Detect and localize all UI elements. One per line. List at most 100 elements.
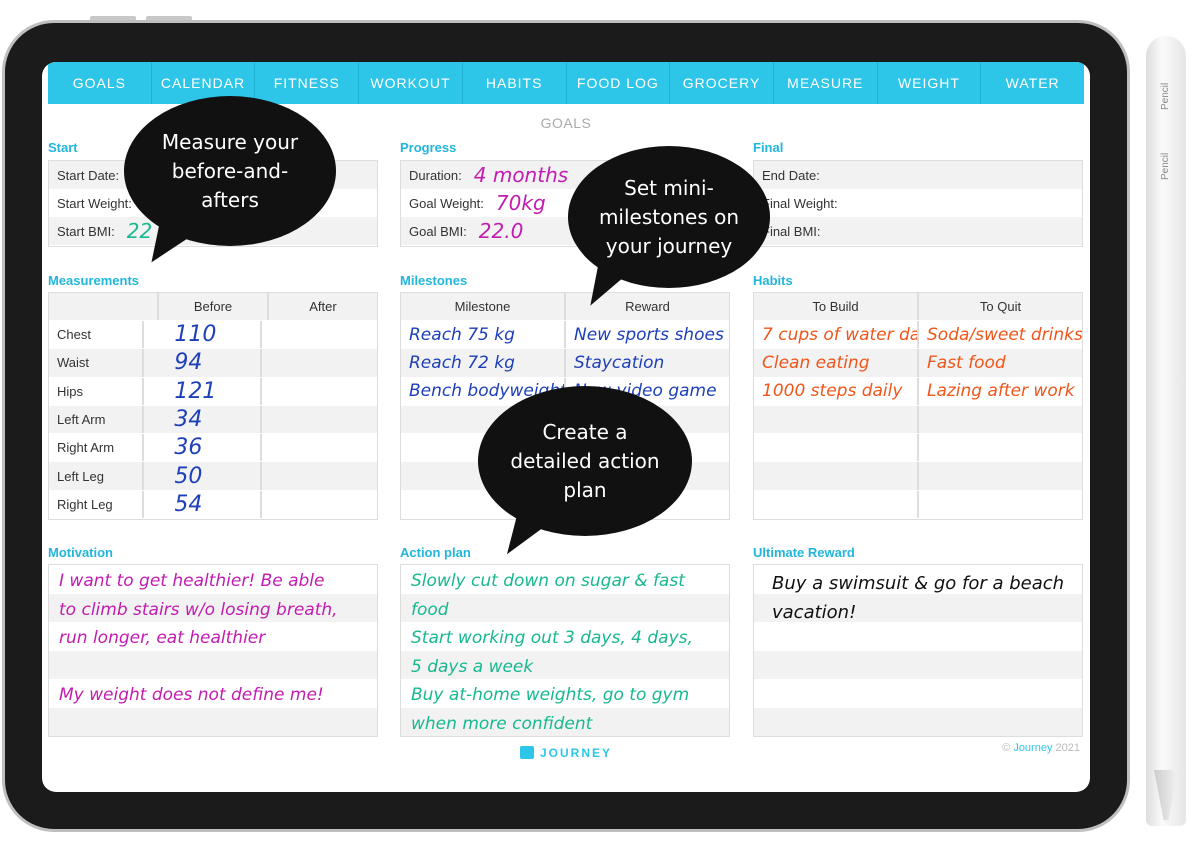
footer-logo: JOURNEY: [42, 746, 1090, 760]
table-cell[interactable]: [262, 349, 377, 376]
table-cell[interactable]: [262, 434, 377, 461]
row-label: Left Leg: [49, 462, 145, 490]
tab-habits[interactable]: HABITS: [463, 62, 567, 104]
motivation-box[interactable]: I want to get healthier! Be able to clim…: [48, 564, 378, 737]
field-row[interactable]: Final Weight:: [754, 189, 1082, 217]
table-row: Waist 94: [49, 349, 377, 378]
section-label-measurements: Measurements: [48, 273, 140, 288]
action-plan-text: Slowly cut down on sugar & fast food Sta…: [411, 571, 693, 734]
table-cell[interactable]: 1000 steps daily: [754, 377, 919, 405]
tab-weight[interactable]: WEIGHT: [878, 62, 982, 104]
field-label: Goal Weight:: [409, 195, 484, 211]
table-cell[interactable]: [754, 434, 919, 462]
column-header: To Quit: [979, 299, 1022, 314]
field-label: Start Date:: [57, 167, 120, 183]
table-cell[interactable]: 50: [144, 462, 262, 490]
table-cell[interactable]: Lazing after work: [919, 378, 1082, 405]
row-label: Right Leg: [49, 490, 145, 519]
copyright: © Journey 2021: [1002, 742, 1080, 754]
table-row: Left Leg 50: [49, 462, 377, 491]
table-row: Clean eating Fast food: [754, 349, 1082, 378]
field-label: Start Weight:: [57, 195, 132, 211]
table-cell[interactable]: 34: [144, 405, 262, 434]
table-cell[interactable]: [262, 406, 377, 433]
row-label: Waist: [49, 349, 145, 377]
journey-logo-icon: [519, 746, 534, 759]
table-header: Before After: [49, 293, 377, 321]
table-row: Hips 121: [49, 377, 377, 406]
motivation-text: I want to get healthier! Be able to clim…: [59, 571, 338, 705]
callout-measure: Measure your before-and- afters: [124, 96, 336, 246]
journey-link[interactable]: Journey: [1013, 742, 1052, 754]
column-header: Before: [159, 293, 269, 320]
table-cell[interactable]: [919, 434, 1082, 461]
table-row: [754, 434, 1082, 463]
table-cell[interactable]: 54: [144, 490, 262, 519]
table-cell[interactable]: Reach 75 kg: [401, 321, 566, 349]
field-label: Final Weight:: [762, 195, 838, 211]
table-cell[interactable]: [919, 406, 1082, 433]
action-plan-box[interactable]: Slowly cut down on sugar & fast food Sta…: [400, 564, 730, 737]
table-cell[interactable]: Reach 72 kg: [401, 349, 566, 377]
table-cell[interactable]: 110: [144, 321, 262, 349]
section-label-action-plan: Action plan: [400, 545, 471, 560]
callout-action-plan: Create a detailed action plan: [478, 386, 692, 536]
table-cell[interactable]: Soda/sweet drinks: [919, 321, 1082, 348]
table-cell[interactable]: 121: [144, 377, 262, 405]
tab-goals[interactable]: GOALS: [48, 62, 152, 104]
table-cell[interactable]: Staycation: [566, 349, 729, 376]
table-row: 1000 steps daily Lazing after work: [754, 377, 1082, 406]
table-cell[interactable]: [262, 378, 377, 405]
table-header: Milestone Reward: [401, 293, 729, 321]
table-cell[interactable]: [919, 491, 1082, 518]
table-cell[interactable]: [262, 321, 377, 348]
tab-food-log[interactable]: FOOD LOG: [567, 62, 671, 104]
field-row[interactable]: Final BMI:: [754, 217, 1082, 245]
section-label-milestones: Milestones: [400, 273, 468, 288]
tab-measure[interactable]: MEASURE: [774, 62, 878, 104]
row-label: Right Arm: [49, 434, 145, 462]
field-row[interactable]: End Date:: [754, 161, 1082, 189]
table-header: To Build To Quit: [754, 293, 1082, 321]
ultimate-reward-box[interactable]: Buy a swimsuit & go for a beach vacation…: [753, 564, 1083, 737]
table-cell[interactable]: [919, 462, 1082, 489]
field-label: Goal BMI:: [409, 223, 467, 239]
tab-grocery[interactable]: GROCERY: [670, 62, 774, 104]
table-row: 7 cups of water dailySoda/sweet drinks: [754, 321, 1082, 350]
ultimate-reward-text: Buy a swimsuit & go for a beach vacation…: [772, 573, 1065, 623]
table-row: Right Leg 54: [49, 490, 377, 520]
tab-workout[interactable]: WORKOUT: [359, 62, 463, 104]
field-value: 70kg: [495, 191, 546, 215]
tab-water[interactable]: WATER: [981, 62, 1084, 104]
table-cell[interactable]: [754, 462, 919, 490]
section-label-ultimate-reward: Ultimate Reward: [753, 545, 855, 560]
field-label: End Date:: [762, 167, 820, 183]
table-cell[interactable]: Clean eating: [754, 349, 919, 377]
column-header: To Build: [754, 293, 919, 320]
section-label-habits: Habits: [753, 273, 793, 288]
table-row: [754, 405, 1082, 435]
table-cell[interactable]: [754, 490, 919, 519]
section-label-progress: Progress: [400, 140, 457, 155]
section-label-final: Final: [753, 140, 784, 155]
table-cell[interactable]: Fast food: [919, 349, 1082, 376]
table-cell[interactable]: [262, 462, 377, 489]
table-row: Reach 72 kg Staycation: [401, 349, 729, 378]
table-cell[interactable]: 94: [144, 349, 262, 377]
table-cell[interactable]: [262, 491, 377, 518]
measurements-table: Before After Chest 110 Waist 94 Hips 121 Left Ar…: [48, 292, 378, 520]
table-row: Right Arm 36: [49, 434, 377, 463]
table-cell[interactable]: 36: [144, 434, 262, 462]
column-header: Milestone: [401, 293, 566, 320]
table-cell[interactable]: 7 cups of water daily: [754, 321, 919, 349]
table-row: Chest 110: [49, 321, 377, 350]
table-row: Reach 75 kg New sports shoes: [401, 321, 729, 350]
tab-fitness[interactable]: FITNESS: [255, 62, 360, 104]
callout-milestones: Set mini- milestones on your journey: [568, 146, 770, 288]
section-label-motivation: Motivation: [48, 545, 113, 560]
table-cell[interactable]: [754, 405, 919, 434]
table-row: Left Arm 34: [49, 405, 377, 435]
row-label: Hips: [49, 377, 145, 405]
table-cell[interactable]: New sports shoes: [566, 321, 729, 348]
field-label: Start BMI:: [57, 223, 115, 239]
